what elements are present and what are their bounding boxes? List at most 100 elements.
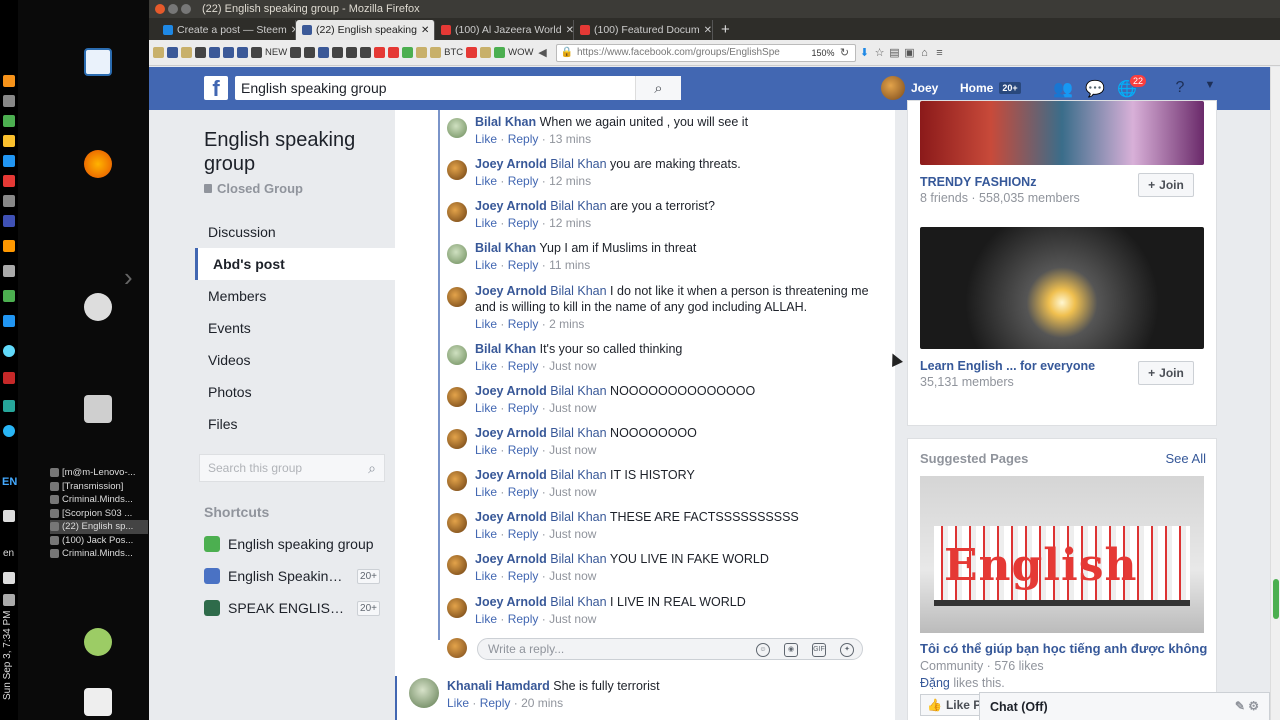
comment-time[interactable]: Just now: [549, 443, 596, 457]
taskbar-item[interactable]: (22) English sp...: [50, 520, 148, 534]
new-tab-button[interactable]: +: [713, 21, 738, 40]
app-icon[interactable]: [3, 265, 15, 277]
taskbar-item[interactable]: [Transmission]: [50, 480, 148, 494]
avatar[interactable]: [447, 429, 467, 449]
reply-input[interactable]: Write a reply... ☺ ◉ GIF ✦: [477, 638, 863, 660]
url-text[interactable]: https://www.facebook.com/groups/EnglishS…: [577, 47, 808, 58]
taskbar-item[interactable]: (100) Jack Pos...: [50, 534, 148, 548]
reply-link[interactable]: Reply: [508, 132, 539, 146]
shortcut-item[interactable]: English speaking group: [204, 528, 380, 560]
emoji-icon[interactable]: ☺: [756, 643, 770, 657]
reply-link[interactable]: Reply: [508, 317, 539, 331]
comment-author[interactable]: Bilal Khan: [475, 241, 536, 255]
mention-tag[interactable]: Bilal Khan: [550, 199, 606, 213]
bookmark-folder-icon[interactable]: [430, 47, 442, 58]
document-icon[interactable]: [84, 48, 112, 76]
comment-author[interactable]: Joey Arnold: [475, 426, 547, 440]
comment-time[interactable]: Just now: [549, 527, 596, 541]
comment-time[interactable]: 20 mins: [521, 696, 563, 710]
bookmark-icon[interactable]: [494, 47, 506, 58]
taskbar-item[interactable]: Criminal.Minds...: [50, 493, 148, 507]
group-nav-item[interactable]: Discussion: [195, 216, 395, 248]
group-nav-item[interactable]: Events: [195, 312, 395, 344]
group-nav-item[interactable]: Abd's post: [195, 248, 395, 280]
comment-time[interactable]: Just now: [549, 612, 596, 626]
app-icon[interactable]: [3, 400, 15, 412]
reply-link[interactable]: Reply: [508, 527, 539, 541]
bookmark-icon[interactable]: [209, 47, 220, 58]
reload-icon[interactable]: ↻: [839, 47, 851, 59]
reply-link[interactable]: Reply: [508, 174, 539, 188]
comment-time[interactable]: 13 mins: [549, 132, 591, 146]
like-link[interactable]: Like: [475, 132, 497, 146]
home-link[interactable]: Home 20+: [960, 81, 1021, 95]
user-icon[interactable]: [84, 628, 112, 656]
comment-author[interactable]: Joey Arnold: [475, 157, 547, 171]
group-nav-item[interactable]: Files: [195, 408, 395, 440]
comment-author[interactable]: Joey Arnold: [475, 468, 547, 482]
comment-author[interactable]: Bilal Khan: [475, 342, 536, 356]
bitcoin-icon[interactable]: [3, 75, 15, 87]
comment-time[interactable]: Just now: [549, 401, 596, 415]
bookmark-icon[interactable]: [237, 47, 248, 58]
tab-0[interactable]: Create a post — Steem✕: [157, 20, 296, 40]
volume-icon[interactable]: [3, 572, 15, 584]
avatar[interactable]: [447, 202, 467, 222]
comment-time[interactable]: 12 mins: [549, 174, 591, 188]
star-icon[interactable]: ☆: [874, 47, 886, 59]
shortcut-item[interactable]: SPEAK ENGLISH ... 20+: [204, 592, 380, 624]
shortcut-item[interactable]: English Speaking ... 20+: [204, 560, 380, 592]
bookmark-icon[interactable]: [167, 47, 178, 58]
bookmark-icon[interactable]: [195, 47, 206, 58]
facebook-logo-icon[interactable]: f: [204, 76, 228, 101]
gif-icon[interactable]: GIF: [812, 643, 826, 657]
mention-tag[interactable]: Bilal Khan: [550, 552, 606, 566]
camera-icon[interactable]: ◉: [784, 643, 798, 657]
avatar[interactable]: [447, 555, 467, 575]
close-tab-icon[interactable]: ✕: [421, 25, 429, 36]
clock[interactable]: Sun Sep 3, 7:34 PM: [2, 610, 16, 700]
bookmark-btc[interactable]: BTC: [444, 47, 463, 58]
bookmark-icon[interactable]: [388, 47, 400, 58]
comment-time[interactable]: Just now: [549, 569, 596, 583]
home-icon[interactable]: ⌂: [919, 47, 931, 59]
bookmark-folder-icon[interactable]: [416, 47, 428, 58]
mention-tag[interactable]: Bilal Khan: [550, 595, 606, 609]
help-icon[interactable]: ?: [1170, 79, 1190, 99]
like-link[interactable]: Like: [475, 317, 497, 331]
avatar[interactable]: [447, 287, 467, 307]
messenger-icon[interactable]: 💬: [1085, 79, 1105, 99]
comment-author[interactable]: Bilal Khan: [475, 115, 536, 129]
maximize-icon[interactable]: [181, 4, 191, 14]
facebook-search-input[interactable]: English speaking group ⌕: [235, 76, 681, 100]
bookmark-icon[interactable]: [251, 47, 262, 58]
close-tab-icon[interactable]: ✕: [704, 25, 712, 36]
ubuntu-icon[interactable]: [84, 293, 112, 321]
like-link[interactable]: Like: [475, 527, 497, 541]
comment-time[interactable]: Just now: [549, 485, 596, 499]
avatar[interactable]: [447, 345, 467, 365]
taskbar-item[interactable]: [Scorpion S03 ...: [50, 507, 148, 521]
mention-tag[interactable]: Bilal Khan: [550, 384, 606, 398]
bookmark-new[interactable]: NEW: [265, 47, 287, 58]
avatar[interactable]: [447, 387, 467, 407]
bookmark-folder-icon[interactable]: [153, 47, 164, 58]
download-icon[interactable]: ⬇: [859, 47, 871, 59]
see-all-link[interactable]: See All: [1166, 451, 1206, 466]
comment-author[interactable]: Joey Arnold: [475, 510, 547, 524]
reply-link[interactable]: Reply: [508, 569, 539, 583]
comment-author[interactable]: Joey Arnold: [475, 595, 547, 609]
join-button[interactable]: + Join: [1138, 361, 1194, 385]
bookmark-icon[interactable]: [332, 47, 344, 58]
avatar[interactable]: [447, 513, 467, 533]
bookmark-wow[interactable]: WOW: [508, 47, 533, 58]
back-icon[interactable]: ◀: [537, 47, 549, 59]
battery-icon[interactable]: [3, 594, 15, 606]
reply-link[interactable]: Reply: [508, 612, 539, 626]
library-icon[interactable]: ▤: [889, 47, 901, 59]
reply-link[interactable]: Reply: [508, 401, 539, 415]
group-cover-image[interactable]: [920, 101, 1204, 165]
mention-tag[interactable]: Bilal Khan: [550, 157, 606, 171]
like-link[interactable]: Like: [475, 216, 497, 230]
app-icon[interactable]: [3, 290, 15, 302]
